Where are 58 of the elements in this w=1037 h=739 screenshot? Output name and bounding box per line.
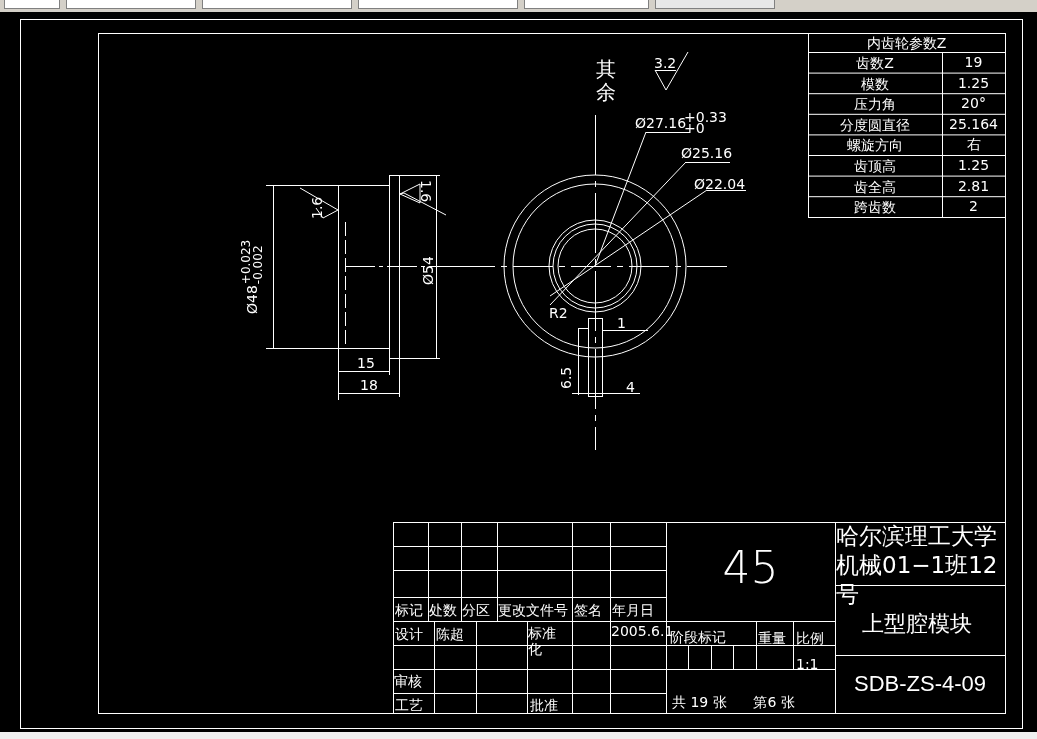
- table-cell-text: 压力角: [853, 96, 897, 113]
- table-cell: 批准: [530, 697, 558, 714]
- linetype-dropdown[interactable]: [358, 0, 518, 9]
- table-cell-text: 19: [963, 54, 984, 71]
- table-cell-text: 跨齿数: [853, 199, 897, 216]
- dimension-label: Ø54: [420, 256, 437, 285]
- tolerance-lower: -0.002: [252, 244, 264, 285]
- table-cell: 比例: [796, 630, 824, 647]
- table-cell: 陈超: [436, 626, 464, 643]
- sheet-count: 共 19 张 第6 张: [672, 694, 796, 711]
- table-cell-text: 20°: [960, 95, 987, 112]
- dimension-label: 18: [360, 377, 378, 394]
- table-cell-text: 螺旋方向: [846, 137, 904, 154]
- tolerance-upper: +0.023: [240, 239, 252, 285]
- table-cell-text: 右: [965, 136, 982, 153]
- dimension-label: 6.5: [558, 366, 575, 389]
- table-cell: 工艺: [395, 697, 423, 714]
- table-cell-text: 25.164: [948, 115, 999, 132]
- table-header: 分区: [462, 602, 491, 619]
- table-cell: 审核: [394, 673, 422, 690]
- table-cell-text: 2: [968, 198, 979, 215]
- table-cell-text: 1.25: [956, 74, 991, 91]
- material-label: 45: [721, 543, 780, 594]
- dimension-label: 4: [626, 379, 635, 396]
- table-cell: 设计: [395, 626, 423, 643]
- roughness-value: 1.6: [309, 196, 326, 219]
- table-header: 签名: [574, 602, 603, 619]
- table-header: 处数: [429, 602, 458, 619]
- dimension-label: Ø22.04: [694, 176, 746, 193]
- color-dropdown[interactable]: [202, 0, 352, 9]
- school-name: 哈尔滨理工大学机械01−1班12号: [836, 522, 999, 609]
- table-cell-text: 模数: [860, 75, 890, 92]
- table-cell-text: 齿数Z: [855, 55, 895, 72]
- dropdown[interactable]: [66, 0, 196, 9]
- table-cell-text: 齿顶高: [853, 158, 897, 175]
- dimension-label: 1: [617, 315, 626, 332]
- table-header: 标记: [395, 602, 424, 619]
- dimension-label: 15: [357, 355, 375, 372]
- dimension-label: R2: [549, 305, 568, 322]
- table-cell: 1:1: [796, 656, 819, 673]
- roughness-value: 1.6: [417, 180, 434, 203]
- table-cell-text: 齿全高: [853, 178, 897, 195]
- lineweight-dropdown[interactable]: [524, 0, 649, 9]
- table-cell: 重量: [758, 630, 786, 647]
- table-cell-text: 1.25: [956, 157, 991, 174]
- dimension-value: Ø48: [245, 285, 259, 314]
- table-cell-text: 2.81: [956, 177, 991, 194]
- roughness-value: 3.2: [654, 55, 677, 72]
- drawing-number: SDB-ZS-4-09: [852, 671, 987, 697]
- roughness-note: 其余: [596, 58, 616, 104]
- part-name: 上型腔模块: [862, 611, 972, 637]
- table-cell-text: 分度圆直径: [839, 116, 911, 133]
- plot-style-dropdown[interactable]: [655, 0, 775, 9]
- table-title: 内齿轮参数Z: [865, 35, 948, 52]
- table-header: 年月日: [612, 602, 655, 619]
- dropdown[interactable]: [4, 0, 60, 9]
- table-header: 更改文件号: [498, 602, 568, 619]
- dimension-label: Ø25.16: [681, 145, 733, 162]
